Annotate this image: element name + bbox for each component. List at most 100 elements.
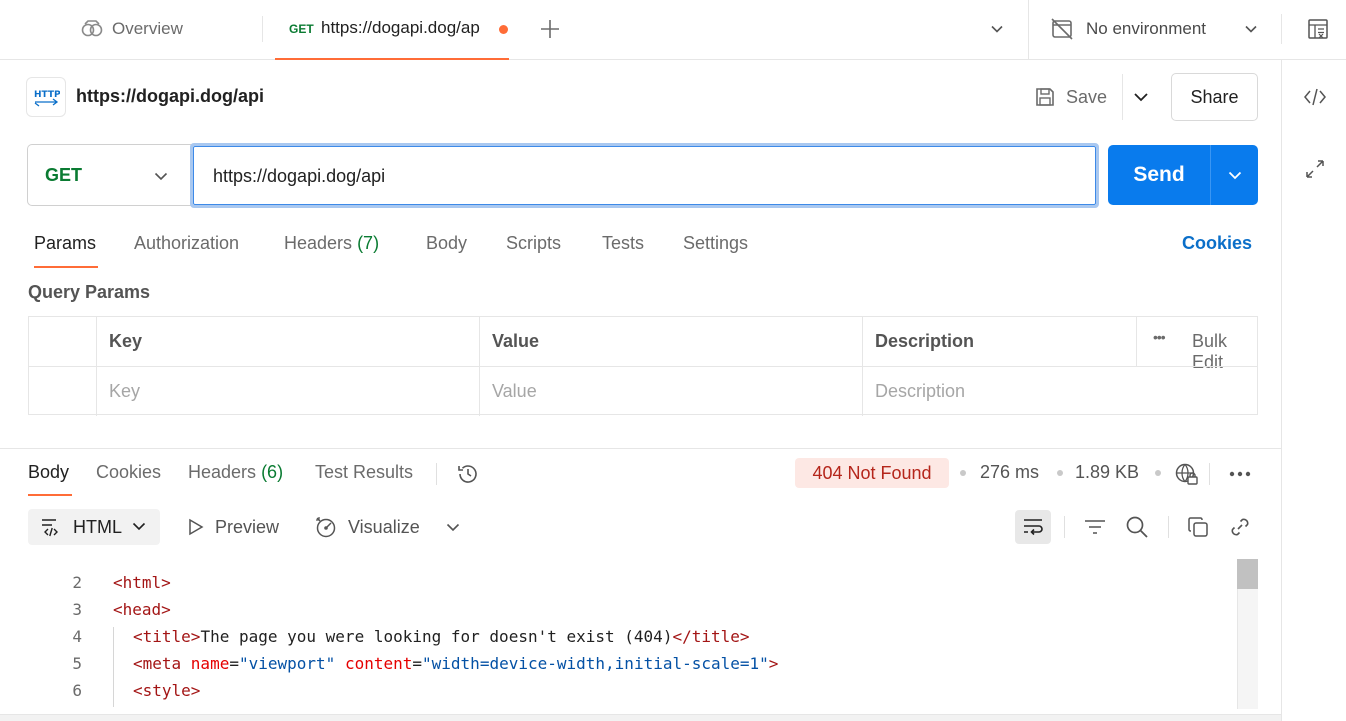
active-tab-indicator — [28, 494, 72, 496]
tab-body[interactable]: Body — [426, 233, 467, 254]
code-scrollbar-thumb[interactable] — [1237, 559, 1258, 589]
save-options-chevron-down-icon[interactable] — [1128, 84, 1154, 110]
url-input-value: https://dogapi.dog/api — [213, 166, 386, 186]
link-icon[interactable] — [1224, 511, 1256, 543]
tab-settings[interactable]: Settings — [683, 233, 748, 254]
svg-text:HTTP: HTTP — [34, 90, 60, 100]
request-title[interactable]: https://dogapi.dog/api — [76, 86, 264, 107]
line-number: 6 — [72, 681, 82, 700]
history-icon[interactable] — [454, 460, 482, 488]
response-tab-test-results[interactable]: Test Results — [315, 462, 413, 483]
code-text: <title>The page you were looking for doe… — [133, 627, 750, 646]
no-environment-icon — [1050, 17, 1074, 41]
more-options-icon[interactable]: ••• — [1153, 329, 1166, 345]
code-text: <meta name="viewport" content="width=dev… — [133, 654, 779, 673]
table-header-row: Key Value Description ••• Bulk Edit — [29, 317, 1257, 372]
response-format-label: HTML — [73, 517, 122, 537]
filter-icon[interactable] — [1079, 511, 1111, 543]
column-header-value: Value — [479, 317, 862, 366]
active-tab-indicator — [34, 266, 98, 268]
headers-count: (7) — [357, 233, 380, 253]
save-button[interactable]: Save — [1034, 80, 1107, 114]
save-label: Save — [1066, 86, 1108, 107]
divider — [1122, 74, 1123, 120]
tabs-menu-chevron-down-icon[interactable] — [984, 16, 1010, 42]
tab-overview[interactable]: Overview — [80, 16, 183, 42]
divider — [1168, 516, 1169, 538]
chevron-down-icon — [131, 515, 147, 537]
line-number: 4 — [72, 627, 82, 646]
response-body-code-viewer[interactable]: 2 <html> 3 <head> 4 <title>The page you were … — [0, 559, 1236, 709]
divider — [1281, 14, 1282, 44]
environment-quick-look-icon[interactable] — [1302, 14, 1334, 44]
response-time[interactable]: 276 ms — [980, 462, 1039, 483]
more-options-icon[interactable] — [1226, 460, 1254, 488]
visualize-label: Visualize — [348, 516, 420, 537]
code-snippet-icon[interactable] — [1300, 82, 1330, 112]
tab-authorization[interactable]: Authorization — [134, 233, 239, 254]
tab-method-badge: GET — [289, 22, 314, 36]
environment-label: No environment — [1086, 19, 1207, 38]
url-input[interactable]: https://dogapi.dog/api — [190, 143, 1099, 208]
overview-icon — [80, 19, 104, 39]
tab-headers[interactable]: Headers (7) — [284, 233, 379, 254]
new-tab-plus-icon[interactable] — [536, 14, 564, 44]
right-sidebar — [1281, 60, 1346, 721]
tab-request-active[interactable]: GET https://dogapi.dog/ap — [275, 0, 509, 60]
related-collections-icon[interactable] — [1300, 154, 1330, 184]
copy-icon[interactable] — [1182, 511, 1214, 543]
response-size[interactable]: 1.89 KB — [1075, 462, 1139, 483]
environment-selector[interactable]: No environment — [1050, 14, 1206, 44]
wrap-lines-icon[interactable] — [1015, 510, 1051, 544]
description-input[interactable]: Description — [862, 367, 1257, 416]
preview-label: Preview — [215, 516, 280, 537]
table-row: Key Value Description — [29, 366, 1257, 416]
response-tab-headers[interactable]: Headers (6) — [188, 462, 283, 483]
tab-overview-label: Overview — [112, 19, 183, 38]
send-options-chevron-down-icon[interactable] — [1210, 145, 1258, 205]
tab-tests[interactable]: Tests — [602, 233, 644, 254]
bulk-edit-button[interactable]: ••• Bulk Edit — [1136, 317, 1257, 372]
tab-params[interactable]: Params — [34, 233, 96, 254]
value-input[interactable]: Value — [479, 367, 862, 416]
search-icon[interactable] — [1121, 511, 1153, 543]
request-response-divider[interactable] — [0, 448, 1281, 449]
code-line: 5 <meta name="viewport" content="width=de… — [0, 650, 1236, 677]
code-line: 4 <title>The page you were looking for do… — [0, 623, 1236, 650]
tab-scripts[interactable]: Scripts — [506, 233, 561, 254]
tab-divider — [262, 16, 263, 42]
key-input[interactable]: Key — [96, 367, 479, 416]
status-badge[interactable]: 404 Not Found — [795, 458, 949, 488]
response-tab-body[interactable]: Body — [28, 462, 69, 483]
method-label: GET — [45, 165, 83, 185]
code-text: <style> — [133, 681, 201, 700]
chevron-down-icon — [148, 163, 174, 189]
response-tab-cookies[interactable]: Cookies — [96, 462, 161, 483]
save-icon — [1034, 86, 1056, 108]
divider — [1028, 0, 1029, 60]
method-select[interactable]: GET — [27, 144, 192, 206]
tab-url-label: https://dogapi.dog/ap — [321, 18, 480, 37]
play-icon — [187, 518, 205, 536]
separator-dot — [1155, 470, 1161, 476]
share-button[interactable]: Share — [1171, 73, 1258, 121]
code-text: <html> — [113, 573, 171, 592]
cookies-link[interactable]: Cookies — [1182, 233, 1252, 254]
visualize-options-chevron-down-icon[interactable] — [437, 511, 469, 543]
line-number: 2 — [72, 573, 82, 592]
top-tab-bar: Overview GET https://dogapi.dog/ap No en… — [0, 0, 1346, 60]
network-globe-lock-icon[interactable] — [1172, 460, 1200, 488]
environment-chevron-down-icon[interactable] — [1238, 16, 1264, 42]
preview-button[interactable]: Preview — [187, 512, 279, 542]
response-tab-headers-label: Headers — [188, 462, 257, 482]
separator-dot — [960, 470, 966, 476]
line-number: 3 — [72, 600, 82, 619]
visualize-icon — [314, 515, 338, 539]
visualize-button[interactable]: Visualize — [314, 512, 420, 542]
tab-headers-label: Headers — [284, 233, 353, 253]
response-format-select[interactable]: HTML — [28, 509, 160, 545]
divider — [1064, 516, 1065, 538]
send-button[interactable]: Send — [1108, 145, 1210, 205]
row-checkbox-cell — [29, 367, 96, 416]
status-bar — [0, 714, 1281, 721]
